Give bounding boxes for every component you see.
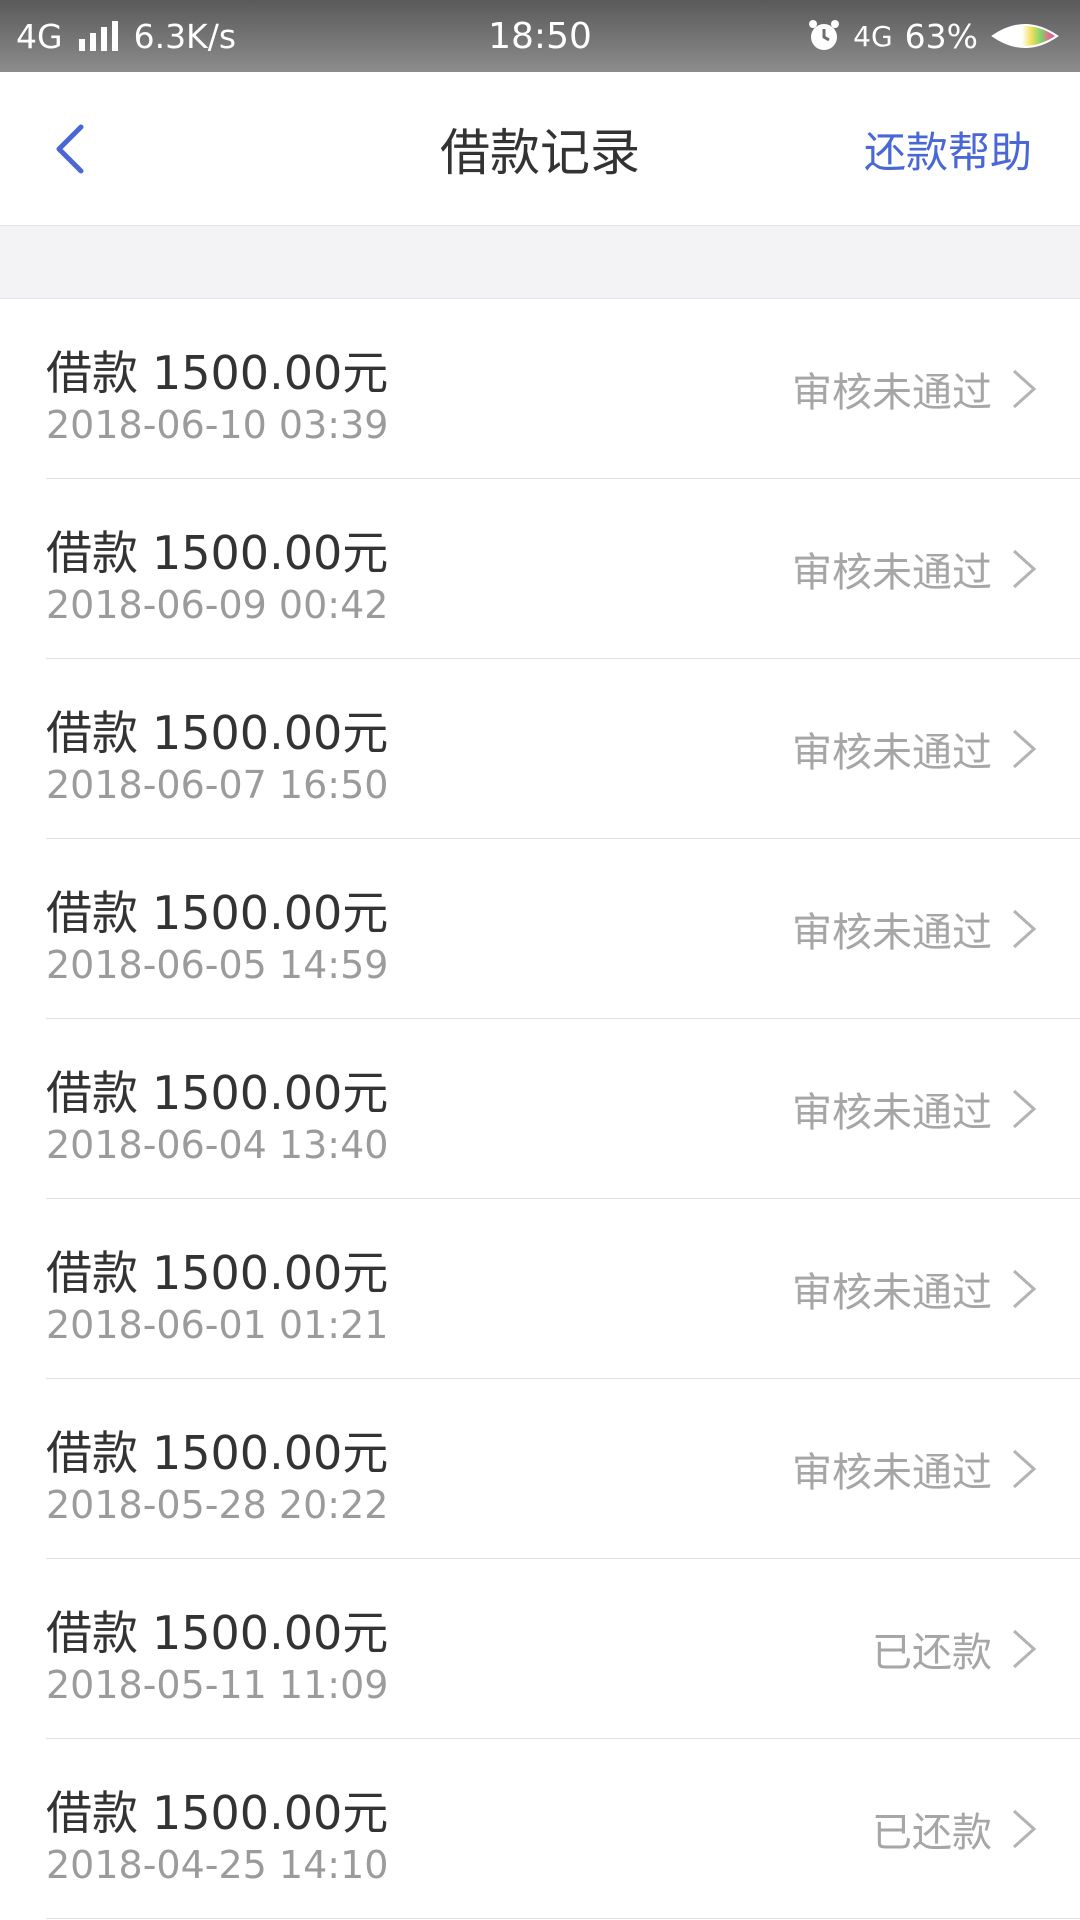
header-bar: 借款记录 还款帮助	[0, 72, 1080, 226]
repayment-help-link[interactable]: 还款帮助	[864, 72, 1032, 226]
battery-icon	[990, 18, 1060, 54]
record-status: 已还款	[872, 1810, 992, 1856]
status-time: 18:50	[488, 15, 592, 57]
battery-level: 63%	[904, 16, 978, 56]
record-prefix: 借款	[46, 1786, 138, 1840]
chevron-right-icon	[1012, 1449, 1037, 1489]
chevron-right-icon	[1012, 549, 1037, 589]
list-item[interactable]: 借款 1500.00元 2018-06-10 03:39 审核未通过	[0, 299, 1080, 479]
divider	[46, 1918, 1080, 1919]
record-amount: 借款 1500.00元	[46, 1777, 388, 1843]
record-date: 2018-06-09 00:42	[46, 583, 389, 627]
chevron-right-icon	[1012, 1269, 1037, 1309]
record-amount: 借款 1500.00元	[46, 1597, 388, 1663]
chevron-right-icon	[1012, 729, 1037, 769]
record-prefix: 借款	[46, 1066, 138, 1120]
record-status: 已还款	[872, 1630, 992, 1676]
record-amount-value: 1500.00元	[152, 706, 389, 760]
record-date: 2018-04-25 14:10	[46, 1843, 389, 1887]
chevron-right-icon	[1012, 1629, 1037, 1669]
record-prefix: 借款	[46, 1606, 138, 1660]
list-item[interactable]: 借款 1500.00元 2018-06-09 00:42 审核未通过	[0, 479, 1080, 659]
record-amount-value: 1500.00元	[152, 526, 389, 580]
chevron-right-icon	[1012, 369, 1037, 409]
record-date: 2018-06-07 16:50	[46, 763, 389, 807]
list-item[interactable]: 借款 1500.00元 2018-06-04 13:40 审核未通过	[0, 1019, 1080, 1199]
record-prefix: 借款	[46, 886, 138, 940]
record-amount: 借款 1500.00元	[46, 1417, 388, 1483]
record-prefix: 借款	[46, 706, 138, 760]
record-date: 2018-06-05 14:59	[46, 943, 389, 987]
record-amount-value: 1500.00元	[152, 346, 389, 400]
record-status: 审核未通过	[792, 1090, 992, 1136]
record-amount: 借款 1500.00元	[46, 517, 388, 583]
list-item[interactable]: 借款 1500.00元 2018-04-25 14:10 已还款	[0, 1739, 1080, 1919]
record-amount: 借款 1500.00元	[46, 1057, 388, 1123]
chevron-right-icon	[1012, 1089, 1037, 1129]
list-item[interactable]: 借款 1500.00元 2018-06-05 14:59 审核未通过	[0, 839, 1080, 1019]
record-date: 2018-05-11 11:09	[46, 1663, 389, 1707]
record-date: 2018-06-01 01:21	[46, 1303, 389, 1347]
list-item[interactable]: 借款 1500.00元 2018-06-07 16:50 审核未通过	[0, 659, 1080, 839]
list-item[interactable]: 借款 1500.00元 2018-05-11 11:09 已还款	[0, 1559, 1080, 1739]
record-status: 审核未通过	[792, 370, 992, 416]
record-amount: 借款 1500.00元	[46, 1237, 388, 1303]
section-spacer	[0, 226, 1080, 299]
status-right: 4G 63%	[807, 0, 1060, 72]
status-bar: 4G 6.3K/s 18:50 4G 63%	[0, 0, 1080, 72]
record-amount-value: 1500.00元	[152, 1066, 389, 1120]
record-prefix: 借款	[46, 346, 138, 400]
record-amount-value: 1500.00元	[152, 1246, 389, 1300]
record-prefix: 借款	[46, 1246, 138, 1300]
record-date: 2018-05-28 20:22	[46, 1483, 389, 1527]
record-amount-value: 1500.00元	[152, 1426, 389, 1480]
record-status: 审核未通过	[792, 550, 992, 596]
record-status: 审核未通过	[792, 730, 992, 776]
record-prefix: 借款	[46, 526, 138, 580]
loan-record-list: 借款 1500.00元 2018-06-10 03:39 审核未通过 借款 1500…	[0, 299, 1080, 1919]
record-date: 2018-06-10 03:39	[46, 403, 389, 447]
record-status: 审核未通过	[792, 1270, 992, 1316]
record-amount-value: 1500.00元	[152, 1606, 389, 1660]
list-item[interactable]: 借款 1500.00元 2018-06-01 01:21 审核未通过	[0, 1199, 1080, 1379]
record-status: 审核未通过	[792, 910, 992, 956]
chevron-right-icon	[1012, 909, 1037, 949]
record-prefix: 借款	[46, 1426, 138, 1480]
record-status: 审核未通过	[792, 1450, 992, 1496]
list-item[interactable]: 借款 1500.00元 2018-05-28 20:22 审核未通过	[0, 1379, 1080, 1559]
record-amount: 借款 1500.00元	[46, 877, 388, 943]
record-amount-value: 1500.00元	[152, 1786, 389, 1840]
record-date: 2018-06-04 13:40	[46, 1123, 389, 1167]
alarm-icon	[807, 19, 841, 53]
network-type-right: 4G	[853, 19, 893, 53]
chevron-right-icon	[1012, 1809, 1037, 1849]
record-amount-value: 1500.00元	[152, 886, 389, 940]
record-amount: 借款 1500.00元	[46, 697, 388, 763]
record-amount: 借款 1500.00元	[46, 337, 388, 403]
